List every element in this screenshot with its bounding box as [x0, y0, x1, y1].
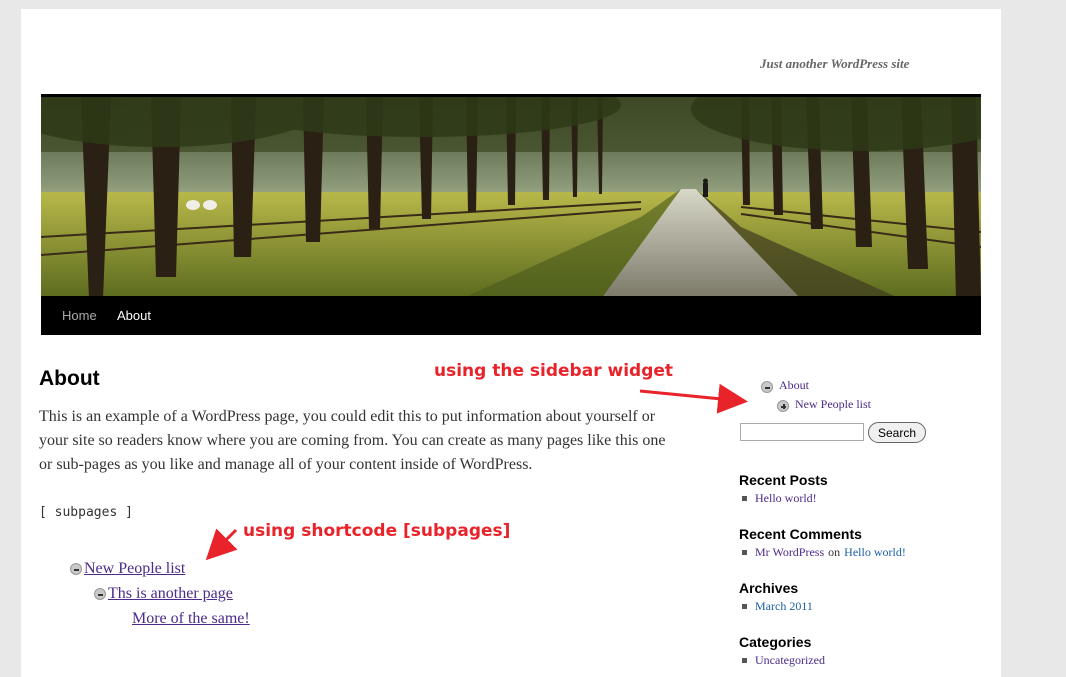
search-button[interactable]: Search — [868, 422, 926, 443]
bullet-icon — [742, 604, 747, 609]
widget-title-recent-comments: Recent Comments — [739, 526, 862, 542]
sidebar-page-item: New People list — [777, 397, 871, 412]
bullet-icon — [742, 496, 747, 501]
annotation-arrows — [205, 383, 748, 561]
bullet-icon — [742, 550, 747, 555]
sidebar-page-link[interactable]: About — [779, 378, 809, 393]
widget-title-archives: Archives — [739, 580, 799, 596]
widget-title-categories: Categories — [739, 634, 812, 650]
comment-on-text: on — [828, 545, 841, 559]
sidebar-page-link[interactable]: New People list — [795, 397, 871, 412]
list-item: Mr WordPress on Hello world! — [742, 545, 906, 560]
arrow-to-subpages — [205, 528, 238, 561]
recent-post-link[interactable]: Hello world! — [755, 491, 817, 506]
search-input[interactable] — [740, 423, 864, 441]
comment-author-link[interactable]: Mr WordPress — [755, 545, 824, 560]
expand-icon[interactable] — [777, 400, 789, 412]
widget-title-recent-posts: Recent Posts — [739, 472, 828, 488]
arrow-to-sidebar — [639, 383, 748, 414]
list-item: March 2011 — [742, 599, 813, 614]
list-item: Hello world! — [742, 491, 817, 506]
bullet-icon — [742, 658, 747, 663]
sidebar-page-item: About — [761, 378, 809, 393]
category-link[interactable]: Uncategorized — [755, 653, 825, 668]
archive-link[interactable]: March 2011 — [755, 599, 813, 614]
comment-post-link[interactable]: Hello world! — [844, 545, 906, 560]
collapse-icon[interactable] — [761, 381, 773, 393]
list-item: Uncategorized — [742, 653, 825, 668]
